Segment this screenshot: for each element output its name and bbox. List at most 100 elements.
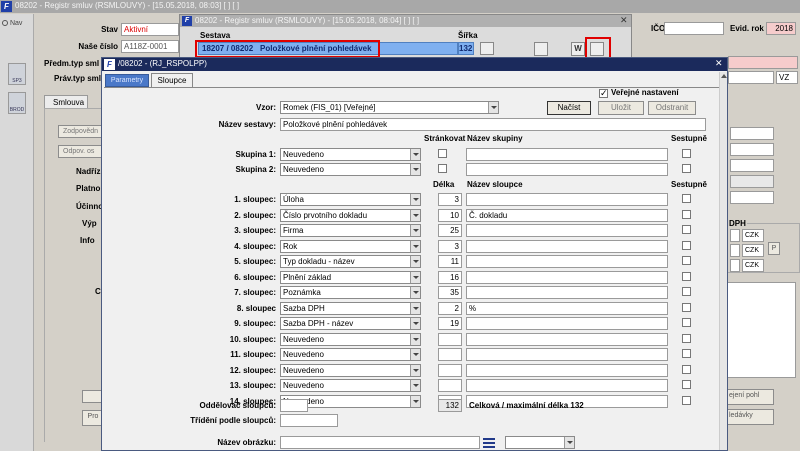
skupina-2-strankovat-checkbox[interactable]: [438, 164, 447, 173]
column-select[interactable]: Typ dokladu - název: [280, 255, 421, 268]
trideni-input[interactable]: [280, 414, 338, 427]
column-select[interactable]: Rok: [280, 240, 421, 253]
right-field-2[interactable]: [728, 71, 774, 84]
column-select[interactable]: Sazba DPH: [280, 302, 421, 315]
sp3-icon[interactable]: SP3: [8, 63, 26, 85]
skupina-2-sestupne-checkbox[interactable]: [682, 164, 691, 173]
column-name-input[interactable]: [466, 333, 668, 346]
obrazek-select[interactable]: [505, 436, 575, 449]
column-sestupne-checkbox[interactable]: [682, 194, 691, 203]
zodpovedna-button[interactable]: Zodpovědn: [58, 125, 102, 138]
odstranit-button[interactable]: Odstranit: [648, 101, 696, 115]
p-button[interactable]: P: [768, 242, 780, 255]
word-export-icon[interactable]: W: [571, 42, 585, 56]
right-field-6[interactable]: [730, 175, 774, 188]
column-length-input[interactable]: 3: [438, 193, 462, 206]
column-sestupne-checkbox[interactable]: [682, 380, 691, 389]
right-field-7[interactable]: [730, 191, 774, 204]
vzor-select[interactable]: Romek (FIS_01) [Veřejné]: [280, 101, 499, 114]
column-sestupne-checkbox[interactable]: [682, 303, 691, 312]
column-name-input[interactable]: [466, 193, 668, 206]
column-name-input[interactable]: [466, 240, 668, 253]
column-length-input[interactable]: [438, 348, 462, 361]
tab-sloupce[interactable]: Sloupce: [151, 73, 193, 88]
ico-field[interactable]: [664, 22, 724, 35]
column-sestupne-checkbox[interactable]: [682, 241, 691, 250]
column-length-input[interactable]: [438, 364, 462, 377]
right-field-3[interactable]: [730, 127, 774, 140]
verejne-checkbox[interactable]: ✓: [599, 89, 608, 98]
stav-field[interactable]: Aktivní: [121, 23, 179, 36]
column-select[interactable]: Plnění základ: [280, 271, 421, 284]
column-name-input[interactable]: [466, 364, 668, 377]
evid-rok-field[interactable]: 2018: [766, 22, 796, 35]
skupina-1-nazev-input[interactable]: [466, 148, 668, 161]
column-name-input[interactable]: [466, 286, 668, 299]
right-red-field[interactable]: [728, 56, 798, 69]
column-name-input[interactable]: %: [466, 302, 668, 315]
right-field-5[interactable]: [730, 159, 774, 172]
column-sestupne-checkbox[interactable]: [682, 287, 691, 296]
dph-field-2[interactable]: [730, 244, 740, 257]
ulozit-button[interactable]: Uložit: [598, 101, 644, 115]
column-select[interactable]: Neuvedeno: [280, 348, 421, 361]
column-select[interactable]: Sazba DPH - název: [280, 317, 421, 330]
column-name-input[interactable]: [466, 379, 668, 392]
column-name-input[interactable]: [466, 271, 668, 284]
right-field-4[interactable]: [730, 143, 774, 156]
nacist-button[interactable]: Načíst: [547, 101, 591, 115]
nav-button[interactable]: Nav: [2, 20, 32, 30]
column-sestupne-checkbox[interactable]: [682, 396, 691, 405]
sestava-close-icon[interactable]: ✕: [620, 15, 628, 26]
column-name-input[interactable]: Č. dokladu: [466, 209, 668, 222]
column-length-input[interactable]: 35: [438, 286, 462, 299]
skupina-1-select[interactable]: Neuvedeno: [280, 148, 421, 161]
column-length-input[interactable]: 19: [438, 317, 462, 330]
column-length-input[interactable]: 25: [438, 224, 462, 237]
column-length-input[interactable]: 10: [438, 209, 462, 222]
column-sestupne-checkbox[interactable]: [682, 272, 691, 281]
column-name-input[interactable]: [466, 317, 668, 330]
nazev-sestavy-input[interactable]: Položkové plnění pohledávek: [280, 118, 706, 131]
column-select[interactable]: Úloha: [280, 193, 421, 206]
column-sestupne-checkbox[interactable]: [682, 334, 691, 343]
nazev-obrazku-input[interactable]: [280, 436, 480, 449]
dialog-scrollbar[interactable]: [719, 72, 727, 450]
column-sestupne-checkbox[interactable]: [682, 225, 691, 234]
column-sestupne-checkbox[interactable]: [682, 349, 691, 358]
dialog-close-icon[interactable]: ✕: [715, 58, 723, 69]
column-select[interactable]: Poznámka: [280, 286, 421, 299]
column-select[interactable]: Firma: [280, 224, 421, 237]
column-select[interactable]: Neuvedeno: [280, 364, 421, 377]
column-length-input[interactable]: [438, 333, 462, 346]
column-length-input[interactable]: [438, 379, 462, 392]
skupina-1-sestupne-checkbox[interactable]: [682, 149, 691, 158]
column-select[interactable]: Neuvedeno: [280, 333, 421, 346]
column-length-input[interactable]: 2: [438, 302, 462, 315]
odpov-osoba-button[interactable]: Odpov. os: [58, 145, 102, 158]
column-name-input[interactable]: [466, 224, 668, 237]
brod-icon[interactable]: BROD: [8, 92, 26, 114]
sestava-list-icon[interactable]: [480, 42, 494, 55]
vz-field[interactable]: VZ: [776, 71, 798, 84]
skupina-2-select[interactable]: Neuvedeno: [280, 163, 421, 176]
column-length-input[interactable]: 3: [438, 240, 462, 253]
tab-parametry[interactable]: Parametry: [105, 74, 149, 87]
column-length-input[interactable]: 11: [438, 255, 462, 268]
zpracovani-pohl-button[interactable]: ejení pohl: [726, 389, 774, 405]
column-sestupne-checkbox[interactable]: [682, 210, 691, 219]
scroll-up-icon[interactable]: [721, 74, 727, 78]
nase-cislo-field[interactable]: A118Z-0001: [121, 40, 179, 53]
column-length-input[interactable]: 16: [438, 271, 462, 284]
list-browse-icon[interactable]: [483, 436, 495, 449]
column-sestupne-checkbox[interactable]: [682, 365, 691, 374]
pohledavky-button[interactable]: ledávky: [726, 409, 774, 425]
dph-field-1[interactable]: [730, 229, 740, 242]
skupina-1-strankovat-checkbox[interactable]: [438, 149, 447, 158]
column-sestupne-checkbox[interactable]: [682, 256, 691, 265]
skupina-2-nazev-input[interactable]: [466, 163, 668, 176]
column-name-input[interactable]: [466, 255, 668, 268]
right-textarea[interactable]: [726, 282, 796, 378]
column-name-input[interactable]: [466, 348, 668, 361]
dph-field-3[interactable]: [730, 259, 740, 272]
